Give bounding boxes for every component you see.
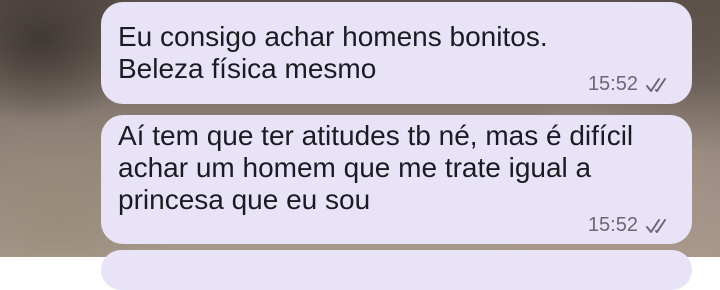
double-check-icon bbox=[646, 77, 666, 92]
message-text: Eu consigo achar homens bonitos. Beleza … bbox=[118, 21, 548, 84]
message-bubble[interactable]: Eu consigo achar homens bonitos. Beleza … bbox=[101, 2, 692, 104]
double-check-icon bbox=[646, 218, 666, 233]
message-text: Aí tem que ter atitudes tb né, mas é dif… bbox=[118, 120, 634, 215]
message-meta: 15:52 bbox=[588, 73, 674, 96]
message-bubble-partial[interactable] bbox=[101, 250, 692, 290]
message-time: 15:52 bbox=[587, 73, 638, 95]
message-bubble[interactable]: Aí tem que ter atitudes tb né, mas é dif… bbox=[101, 115, 692, 244]
message-meta: 15:52 bbox=[588, 214, 674, 237]
message-time: 15:52 bbox=[587, 214, 638, 236]
